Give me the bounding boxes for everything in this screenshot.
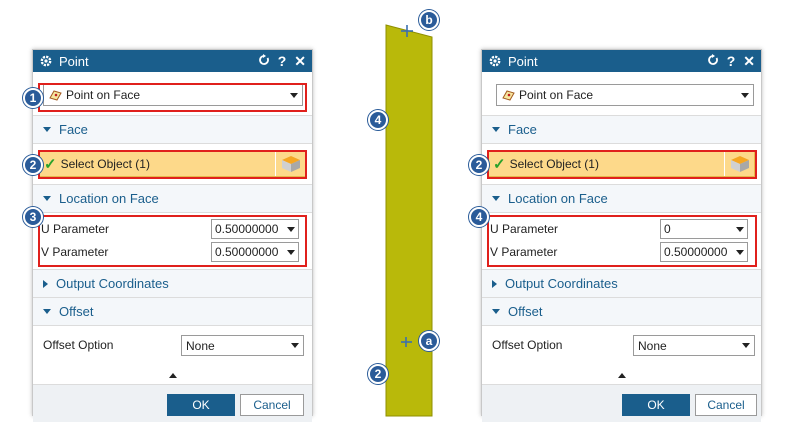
callout-badge: 4 (469, 207, 489, 227)
callout-badge: 2 (23, 155, 43, 175)
callout-badge: 3 (23, 207, 43, 227)
face-graphic (385, 24, 433, 417)
callout-badge: a (419, 331, 439, 351)
callout-badge: 1 (23, 88, 43, 108)
callout-badge: 2 (368, 364, 388, 384)
callout-badge: b (419, 10, 439, 30)
face-shape[interactable] (385, 24, 433, 417)
callout-badge: 2 (469, 155, 489, 175)
callout-badge: 4 (368, 110, 388, 130)
